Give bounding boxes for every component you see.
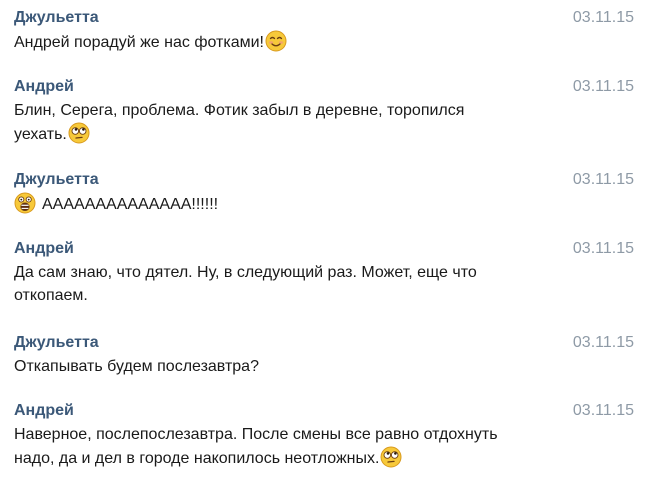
- message-4: Андрей 03.11.15 Да сам знаю, что дятел. …: [14, 239, 634, 307]
- message-date: 03.11.15: [572, 9, 634, 26]
- rolling-eyes-face-icon: [380, 446, 402, 468]
- message-body: Блин, Серега, проблема. Фотик забыл в де…: [14, 99, 514, 146]
- message-date: 03.11.15: [572, 402, 634, 419]
- message-text: Да сам знаю, что дятел. Ну, в следующий …: [14, 264, 477, 304]
- message-date: 03.11.15: [572, 334, 634, 351]
- message-date: 03.11.15: [572, 171, 634, 188]
- message-header: Джульетта 03.11.15: [14, 8, 634, 30]
- screaming-face-icon: [14, 192, 36, 214]
- message-6: Андрей 03.11.15 Наверное, послепослезавт…: [14, 401, 634, 470]
- author-name[interactable]: Андрей: [14, 77, 74, 97]
- author-name[interactable]: Андрей: [14, 401, 74, 421]
- author-name[interactable]: Джульетта: [14, 8, 99, 28]
- message-text: Откапывать будем послезавтра?: [14, 358, 259, 375]
- message-header: Джульетта 03.11.15: [14, 170, 634, 192]
- message-body: АААААААААААААА!!!!!!: [14, 192, 534, 216]
- message-3: Джульетта 03.11.15 АААААААААААААА!!!!!!: [14, 170, 634, 216]
- author-name[interactable]: Андрей: [14, 239, 74, 259]
- message-date: 03.11.15: [572, 240, 634, 257]
- message-2: Андрей 03.11.15 Блин, Серега, проблема. …: [14, 77, 634, 146]
- message-date: 03.11.15: [572, 78, 634, 95]
- chat-history: Джульетта 03.11.15 Андрей порадуй же нас…: [0, 0, 646, 487]
- message-text: Наверное, послепослезавтра. После смены …: [14, 426, 498, 467]
- smiling-face-icon: [265, 30, 287, 52]
- rolling-eyes-face-icon: [68, 122, 90, 144]
- message-body: Наверное, послепослезавтра. После смены …: [14, 423, 534, 470]
- author-name[interactable]: Джульетта: [14, 170, 99, 190]
- message-header: Андрей 03.11.15: [14, 239, 634, 261]
- message-header: Андрей 03.11.15: [14, 77, 634, 99]
- message-text: Андрей порадуй же нас фотками!: [14, 34, 264, 51]
- message-body: Да сам знаю, что дятел. Ну, в следующий …: [14, 261, 514, 307]
- message-header: Андрей 03.11.15: [14, 401, 634, 423]
- message-body: Откапывать будем послезавтра?: [14, 355, 534, 378]
- author-name[interactable]: Джульетта: [14, 333, 99, 353]
- message-5: Джульетта 03.11.15 Откапывать будем посл…: [14, 333, 634, 378]
- message-1: Джульетта 03.11.15 Андрей порадуй же нас…: [14, 8, 634, 54]
- message-header: Джульетта 03.11.15: [14, 333, 634, 355]
- message-body: Андрей порадуй же нас фотками!: [14, 30, 534, 54]
- message-text: АААААААААААААА!!!!!!: [42, 196, 219, 213]
